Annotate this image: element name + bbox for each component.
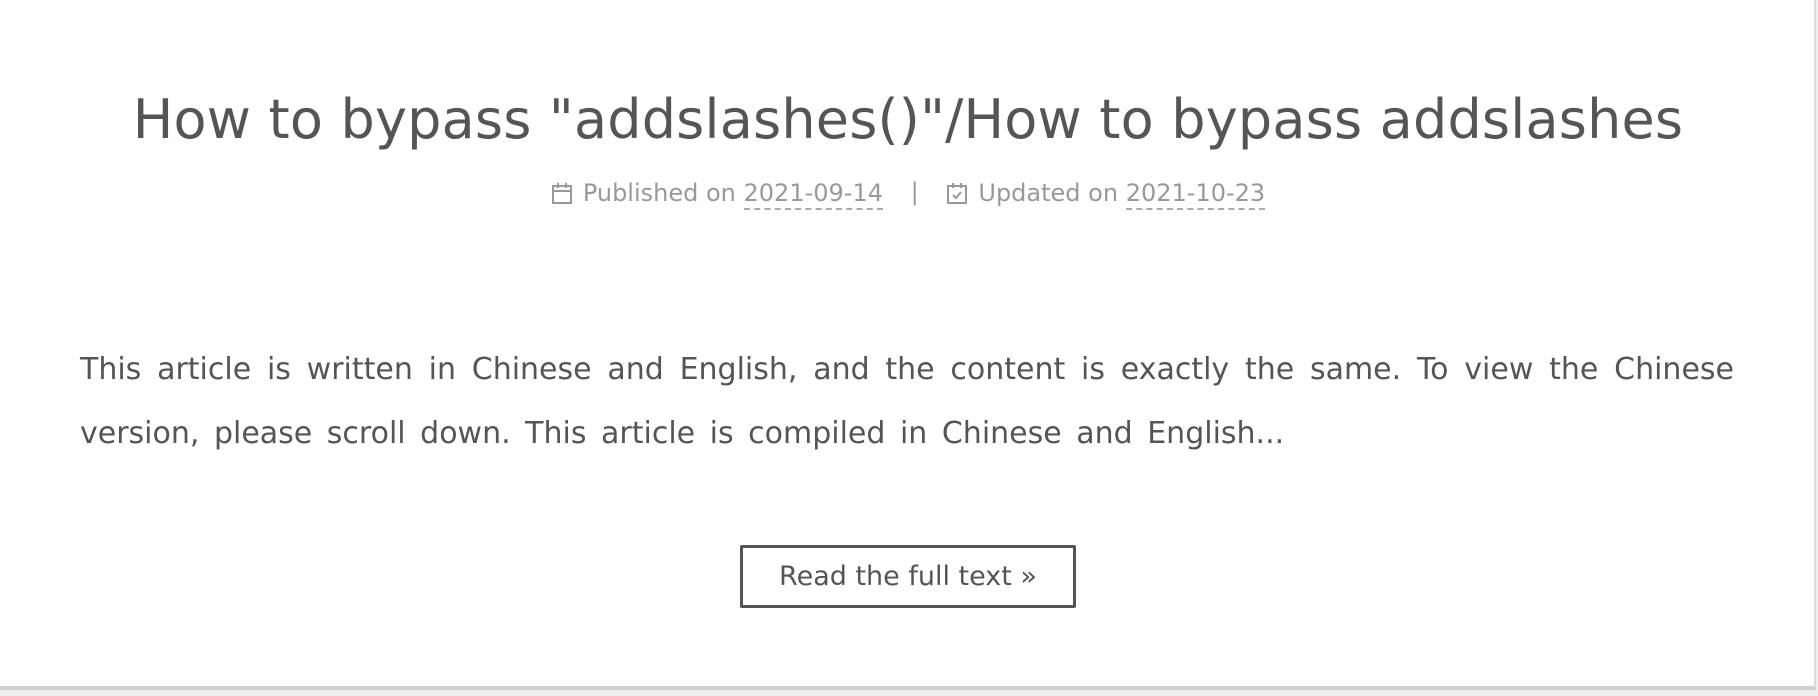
meta-divider: | bbox=[910, 178, 919, 206]
post-excerpt: This article is written in Chinese and E… bbox=[80, 352, 1734, 451]
published-date[interactable]: 2021-09-14 bbox=[743, 179, 883, 210]
updated-label: Updated on bbox=[978, 179, 1126, 207]
published-label: Published on bbox=[582, 179, 744, 207]
post-card: How to bypass "addslashes()"/How to bypa… bbox=[0, 0, 1816, 690]
calendar-icon bbox=[551, 183, 572, 204]
post-meta: Published on 2021-09-14 | Updated on 202… bbox=[0, 176, 1816, 210]
post-title[interactable]: How to bypass "addslashes()"/How to bypa… bbox=[0, 82, 1816, 158]
read-more-button[interactable]: Read the full text » bbox=[740, 545, 1076, 608]
updated-meta: Updated on 2021-10-23 bbox=[946, 177, 1266, 210]
calendar-check-icon bbox=[947, 183, 968, 204]
updated-date[interactable]: 2021-10-23 bbox=[1125, 179, 1266, 210]
published-meta: Published on 2021-09-14 bbox=[551, 177, 883, 210]
